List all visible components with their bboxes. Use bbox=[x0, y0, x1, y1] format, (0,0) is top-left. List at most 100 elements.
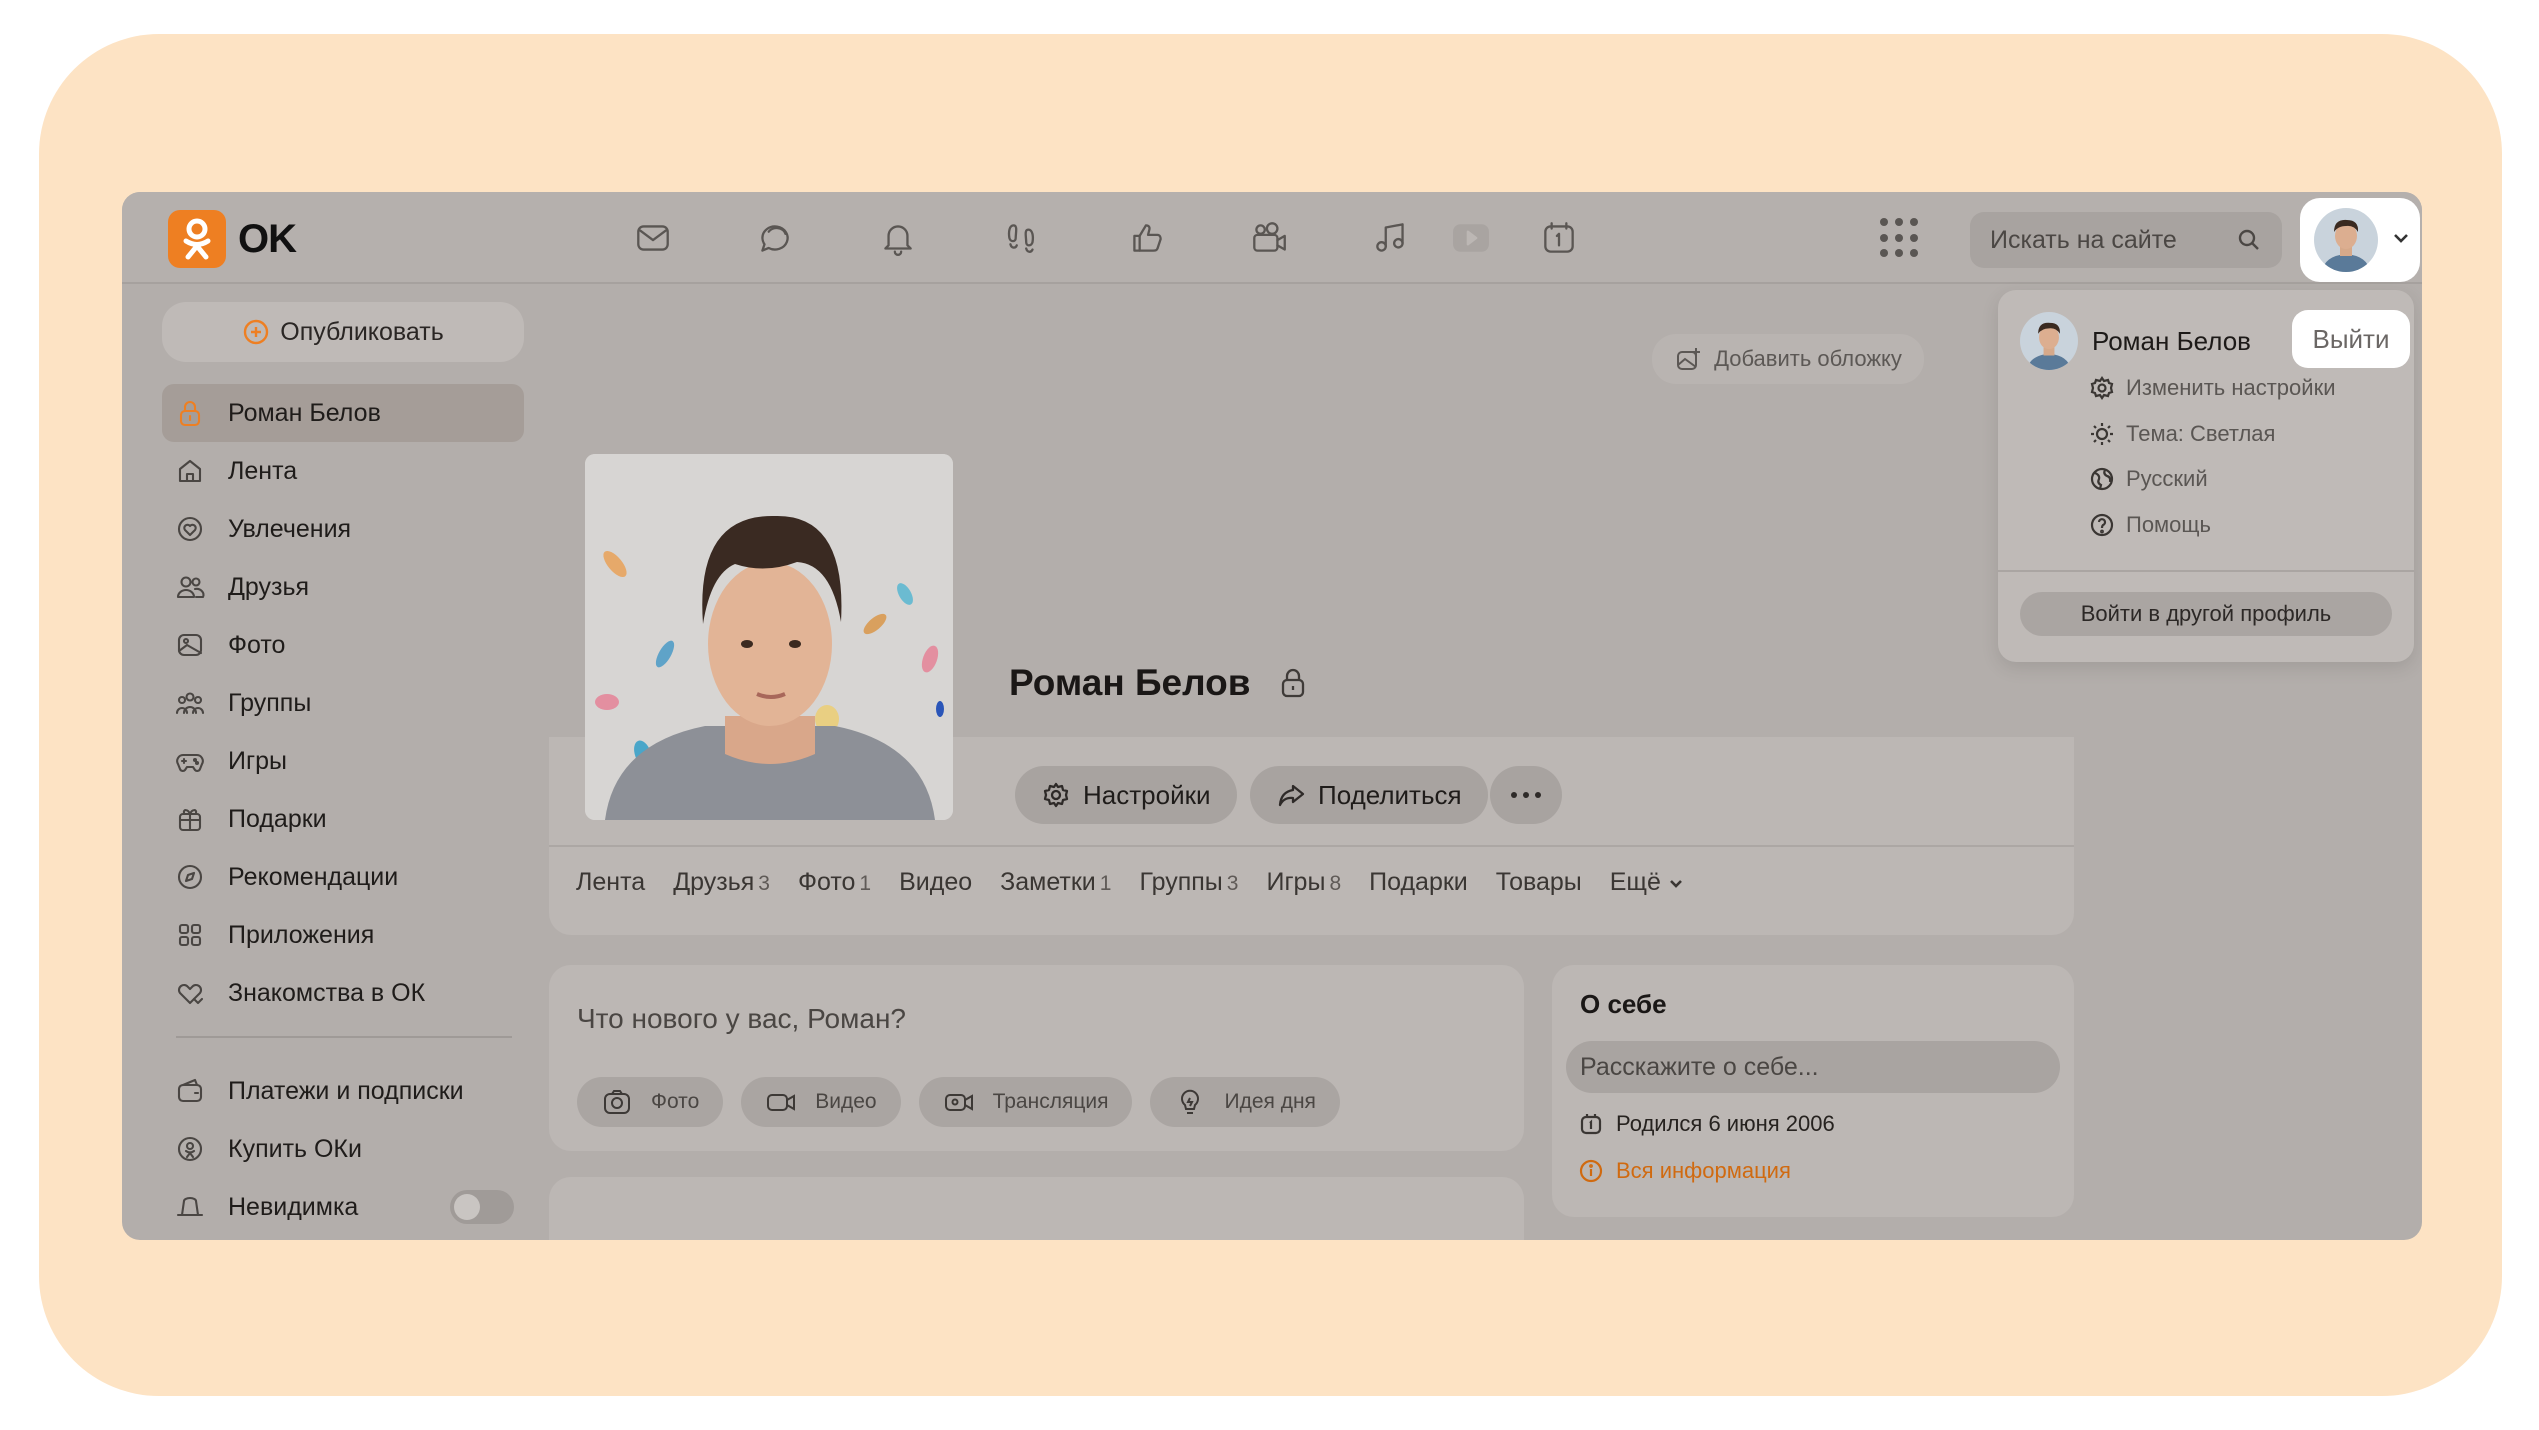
profile-photo[interactable] bbox=[585, 454, 953, 820]
publish-label: Опубликовать bbox=[280, 317, 444, 346]
add-cover-label: Добавить обложку bbox=[1714, 346, 1902, 371]
sidebar-item-games[interactable]: Игры bbox=[162, 732, 524, 790]
browser-window: OK Искать на сайте Опубликовать Роман Бе… bbox=[122, 192, 2422, 1240]
sidebar-item-apps[interactable]: Приложения bbox=[162, 906, 524, 964]
menu-item-help[interactable]: Помощь bbox=[2088, 511, 2211, 539]
more-actions-button[interactable] bbox=[1490, 766, 1562, 824]
sidebar-divider bbox=[176, 1036, 512, 1038]
more-dots-icon bbox=[1511, 792, 1517, 798]
sidebar-item-label: Друзья bbox=[228, 572, 310, 601]
dropdown-user[interactable]: Роман Белов bbox=[2020, 312, 2251, 370]
composer-photo-button[interactable]: Фото bbox=[577, 1077, 724, 1127]
gamepad-icon bbox=[176, 753, 204, 772]
sidebar-nav: Роман Белов Лента Увлечения Друзья Фото … bbox=[162, 384, 524, 1236]
sidebar-item-dating[interactable]: Знакомства в ОК bbox=[162, 964, 524, 1022]
groups-icon bbox=[175, 692, 205, 715]
share-button[interactable]: Поделиться bbox=[1250, 766, 1488, 824]
share-label: Поделиться bbox=[1318, 779, 1462, 810]
sidebar-item-feed[interactable]: Лента bbox=[162, 442, 524, 500]
top-bar: OK Искать на сайте bbox=[122, 192, 2422, 284]
all-info-link[interactable]: Вся информация bbox=[1578, 1158, 1791, 1184]
dating-icon bbox=[177, 983, 204, 1005]
apps-grid-icon[interactable] bbox=[1880, 218, 1920, 258]
sidebar-item-label: Роман Белов bbox=[228, 398, 381, 427]
composer-input[interactable]: Что нового у вас, Роман? bbox=[577, 1003, 906, 1035]
messages-icon[interactable] bbox=[752, 215, 798, 261]
compass-icon bbox=[177, 864, 203, 890]
tab-gifts[interactable]: Подарки bbox=[1369, 868, 1468, 897]
profile-name-text: Роман Белов bbox=[1009, 662, 1251, 703]
settings-button[interactable]: Настройки bbox=[1015, 766, 1237, 824]
ok-logo-icon bbox=[168, 210, 226, 268]
photo-icon bbox=[177, 633, 203, 657]
search-icon[interactable] bbox=[2236, 227, 2262, 253]
calendar-icon[interactable] bbox=[1536, 215, 1582, 261]
tab-photo[interactable]: Фото 1 bbox=[798, 868, 871, 897]
help-icon bbox=[2090, 513, 2114, 537]
post-composer: Что нового у вас, Роман? Фото Видео Тран… bbox=[549, 965, 1524, 1151]
sidebar-item-gifts[interactable]: Подарки bbox=[162, 790, 524, 848]
coin-icon bbox=[177, 1136, 203, 1162]
about-card: О себе Расскажите о себе... Родился 6 ию… bbox=[1552, 965, 2074, 1217]
composer-stream-button[interactable]: Трансляция bbox=[918, 1077, 1133, 1127]
gear-icon bbox=[1043, 782, 1069, 808]
publish-button[interactable]: Опубликовать bbox=[162, 302, 524, 362]
sidebar-item-label: Игры bbox=[228, 746, 287, 775]
tab-video[interactable]: Видео bbox=[899, 868, 972, 897]
sidebar-item-label: Приложения bbox=[228, 920, 375, 949]
tab-feed[interactable]: Лента bbox=[576, 868, 645, 897]
tab-games[interactable]: Игры 8 bbox=[1266, 868, 1341, 897]
sidebar-item-friends[interactable]: Друзья bbox=[162, 558, 524, 616]
user-dropdown-menu: Роман Белов Выйти Изменить настройки Тем… bbox=[1998, 290, 2414, 662]
composer-video-button[interactable]: Видео bbox=[741, 1077, 901, 1127]
lightbulb-icon bbox=[1181, 1089, 1200, 1114]
music-icon[interactable] bbox=[1368, 215, 1414, 261]
bell-icon[interactable] bbox=[875, 215, 921, 261]
mail-icon[interactable] bbox=[630, 215, 676, 261]
sidebar-item-label: Лента bbox=[228, 456, 298, 485]
search-input[interactable]: Искать на сайте bbox=[1970, 212, 2282, 268]
avatar bbox=[2314, 208, 2378, 272]
ok-logo[interactable]: OK bbox=[168, 210, 297, 268]
tab-more[interactable]: Ещё bbox=[1610, 868, 1685, 897]
settings-label: Настройки bbox=[1083, 779, 1211, 810]
logout-button[interactable]: Выйти bbox=[2292, 310, 2410, 368]
menu-item-settings[interactable]: Изменить настройки bbox=[2088, 374, 2335, 402]
menu-item-theme[interactable]: Тема: Светлая bbox=[2088, 420, 2275, 448]
user-menu-button[interactable] bbox=[2300, 198, 2420, 282]
like-icon[interactable] bbox=[1124, 215, 1170, 261]
plus-circle-icon bbox=[244, 319, 269, 345]
menu-item-language[interactable]: Русский bbox=[2088, 465, 2208, 493]
hat-icon bbox=[176, 1196, 204, 1217]
profile-name: Роман Белов bbox=[1009, 662, 1311, 704]
sidebar-item-photo[interactable]: Фото bbox=[162, 616, 524, 674]
about-input[interactable]: Расскажите о себе... bbox=[1566, 1041, 2060, 1093]
calendar-icon bbox=[1580, 1114, 1602, 1135]
sidebar-item-buy-oks[interactable]: Купить ОКи bbox=[162, 1120, 524, 1178]
invisible-toggle[interactable] bbox=[450, 1190, 514, 1224]
tab-notes[interactable]: Заметки 1 bbox=[1000, 868, 1111, 897]
sidebar-item-recommendations[interactable]: Рекомендации bbox=[162, 848, 524, 906]
video-play-icon[interactable] bbox=[1448, 215, 1494, 261]
sidebar-item-payments[interactable]: Платежи и подписки bbox=[162, 1062, 524, 1120]
hobby-icon bbox=[177, 516, 203, 542]
tab-goods[interactable]: Товары bbox=[1496, 868, 1582, 897]
camera-icon bbox=[604, 1090, 630, 1114]
sidebar-item-invisible[interactable]: Невидимка bbox=[162, 1178, 524, 1236]
sidebar-item-label: Увлечения bbox=[228, 514, 352, 543]
tab-friends[interactable]: Друзья 3 bbox=[673, 868, 770, 897]
tab-groups[interactable]: Группы 3 bbox=[1139, 868, 1238, 897]
sidebar-item-groups[interactable]: Группы bbox=[162, 674, 524, 732]
composer-idea-button[interactable]: Идея дня bbox=[1150, 1077, 1340, 1127]
lock-icon[interactable] bbox=[1275, 665, 1311, 701]
home-icon bbox=[178, 459, 202, 483]
sidebar-item-profile[interactable]: Роман Белов bbox=[162, 384, 524, 442]
logo-text: OK bbox=[238, 216, 297, 261]
sidebar-item-hobbies[interactable]: Увлечения bbox=[162, 500, 524, 558]
guests-icon[interactable] bbox=[999, 215, 1045, 261]
add-cover-button[interactable]: Добавить обложку bbox=[1652, 334, 1924, 384]
sidebar-item-label: Купить ОКи bbox=[228, 1134, 362, 1163]
switch-profile-button[interactable]: Войти в другой профиль bbox=[2020, 592, 2392, 636]
video-camera-icon[interactable] bbox=[1246, 215, 1292, 261]
share-icon bbox=[1278, 784, 1305, 807]
